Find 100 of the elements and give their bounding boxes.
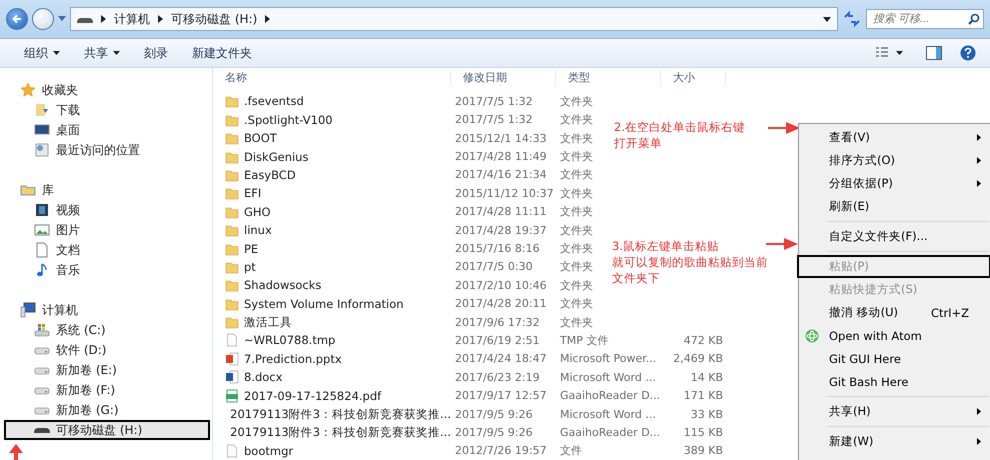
chevron-icon[interactable]	[101, 15, 106, 23]
toolbar-button[interactable]: 组织	[14, 42, 70, 64]
toolbar-button[interactable]: 新建文件夹	[182, 42, 262, 64]
type-cell: 文件夹	[560, 259, 593, 274]
date-cell: 2017/2/10 10:46	[455, 278, 547, 292]
date-cell: 2015/11/12 10:37	[455, 186, 554, 200]
preview-pane-icon[interactable]	[926, 46, 942, 60]
folder-icon	[225, 278, 239, 292]
date-cell: 2017/4/28 11:11	[455, 205, 547, 218]
menu-item[interactable]: Git GUI Here	[797, 347, 990, 370]
column-header[interactable]: 类型	[556, 70, 661, 85]
dropdown-caret-icon[interactable]	[823, 16, 831, 22]
annotation-arrow	[768, 122, 800, 134]
file-name[interactable]: .Spotlight-V100	[244, 112, 333, 127]
help-icon[interactable]	[960, 45, 976, 61]
type-cell: 文件夹	[560, 130, 593, 146]
sidebar-item[interactable]: 新加卷 (F:)	[4, 380, 210, 400]
toolbar-button[interactable]: 刻录	[134, 42, 178, 64]
menu-item[interactable]: 新建(W)	[797, 430, 990, 453]
folder-icon	[225, 223, 239, 238]
sidebar-group[interactable]: 计算机	[42, 302, 78, 318]
sidebar-item[interactable]: 可移动磁盘 (H:)	[4, 420, 210, 440]
menu-item[interactable]: 刷新(E)	[797, 195, 990, 218]
folder-icon	[225, 204, 239, 219]
date-cell: 2015/12/1 14:33	[455, 132, 547, 145]
toolbar-button[interactable]: 共享	[74, 42, 130, 64]
date-cell: 2017/7/5 1:32	[455, 94, 533, 108]
menu-item[interactable]: Open with Atom	[797, 324, 990, 347]
forward-button[interactable]	[32, 8, 54, 30]
sidebar-item[interactable]: 软件 (D:)	[4, 340, 210, 360]
date-cell: 2017/4/16 21:34	[455, 168, 547, 182]
file-name[interactable]: bootmgr	[244, 444, 294, 458]
file-name[interactable]: PE	[244, 242, 258, 256]
file-name[interactable]: 7.Prediction.pptx	[244, 352, 342, 366]
file-name[interactable]: EFI	[244, 186, 262, 200]
annotation-note: 2.在空白处单击鼠标右键 打开菜单	[614, 119, 745, 151]
file-name[interactable]: EasyBCD	[244, 168, 296, 182]
file-name[interactable]: 20179113附件3：科技创新竞赛获奖推...	[230, 406, 451, 422]
menu-item[interactable]: 共享(H)	[797, 400, 990, 423]
sidebar-group[interactable]: 库	[42, 182, 54, 198]
annotation-note: 3.鼠标左键单击粘贴 就可以复制的歌曲粘贴到当前 文件夹下	[612, 238, 768, 286]
menu-item[interactable]: 分组依据(P)	[797, 172, 990, 195]
sidebar-item[interactable]: 文档	[4, 240, 210, 260]
address-bar[interactable]: 计算机 可移动磁盘 (H:)	[70, 7, 838, 31]
sidebar-item[interactable]: 视频	[4, 200, 210, 220]
sidebar-item[interactable]: 桌面	[4, 120, 210, 140]
menu-item[interactable]: Git Bash Here	[797, 370, 990, 393]
computer-icon	[20, 302, 36, 318]
menu-item[interactable]: 排序方式(O)	[797, 149, 990, 172]
refresh-icon[interactable]	[842, 8, 862, 30]
chevron-icon[interactable]	[265, 15, 270, 23]
date-cell: 2017/7/5 0:30	[455, 260, 533, 274]
type-cell: Microsoft Word ...	[560, 370, 656, 384]
file-name[interactable]: 8.docx	[244, 370, 282, 384]
file-name[interactable]: 20179113附件3：科技创新竞赛获奖推...	[230, 424, 451, 440]
sidebar-group[interactable]: 收藏夹	[42, 82, 78, 98]
type-cell: Microsoft Power...	[560, 352, 656, 366]
sidebar-item[interactable]: 新加卷 (E:)	[4, 360, 210, 380]
file-name[interactable]: ~WRL0788.tmp	[244, 333, 336, 348]
folder-icon	[225, 112, 239, 127]
sidebar-item[interactable]: 图片	[4, 220, 210, 240]
date-cell: 2017/4/24 18:47	[455, 352, 547, 366]
column-header[interactable]: 名称	[213, 70, 451, 85]
file-name[interactable]: 激活工具	[244, 314, 292, 330]
sidebar-item[interactable]: 最近访问的位置	[4, 140, 210, 160]
back-button[interactable]	[6, 8, 28, 30]
folder-icon	[225, 94, 239, 108]
search-field[interactable]: 搜索 可移...	[866, 9, 984, 29]
chevron-icon[interactable]	[158, 15, 163, 23]
menu-item[interactable]: 撤消 移动(U) Ctrl+Z	[797, 301, 990, 324]
file-name[interactable]: BOOT	[244, 131, 277, 146]
sidebar-item[interactable]: 下载	[4, 100, 210, 120]
file-name[interactable]: DiskGenius	[244, 150, 308, 164]
file-name[interactable]: Shadowsocks	[244, 278, 322, 292]
file-name[interactable]: System Volume Information	[244, 296, 404, 311]
sidebar-item[interactable]: 音乐	[4, 260, 210, 280]
breadcrumb[interactable]: 计算机	[114, 10, 150, 28]
submenu-arrow-icon	[977, 438, 981, 445]
file-name[interactable]: .fseventsd	[244, 94, 304, 108]
column-header[interactable]: 大小	[661, 70, 726, 85]
type-cell: Microsoft Word ...	[560, 408, 656, 421]
folder-icon	[225, 131, 239, 146]
file-name[interactable]: pt	[244, 260, 256, 274]
sidebar-item[interactable]: 系统 (C:)	[4, 320, 210, 340]
column-header[interactable]: 修改日期	[451, 70, 556, 85]
file-name[interactable]: linux	[244, 223, 272, 238]
breadcrumb[interactable]: 可移动磁盘 (H:)	[171, 10, 258, 28]
menu-item[interactable]: 查看(V)	[797, 126, 990, 149]
file-name[interactable]: GHO	[244, 204, 271, 219]
folder-icon	[225, 315, 239, 330]
date-cell: 2015/7/16 8:16	[455, 242, 540, 255]
menu-item[interactable]: 自定义文件夹(F)...	[797, 225, 990, 248]
file-name[interactable]: 2017-09-17-125824.pdf	[244, 388, 382, 403]
size-cell-text: 171 KB	[684, 389, 724, 402]
document-icon	[34, 242, 50, 258]
date-cell: 2017/4/28 11:49	[455, 150, 547, 164]
type-cell: 文件夹	[560, 204, 593, 220]
sidebar-item[interactable]: 新加卷 (G:)	[4, 400, 210, 420]
view-options-icon[interactable]	[876, 47, 904, 59]
type-cell: 文件	[560, 443, 582, 458]
